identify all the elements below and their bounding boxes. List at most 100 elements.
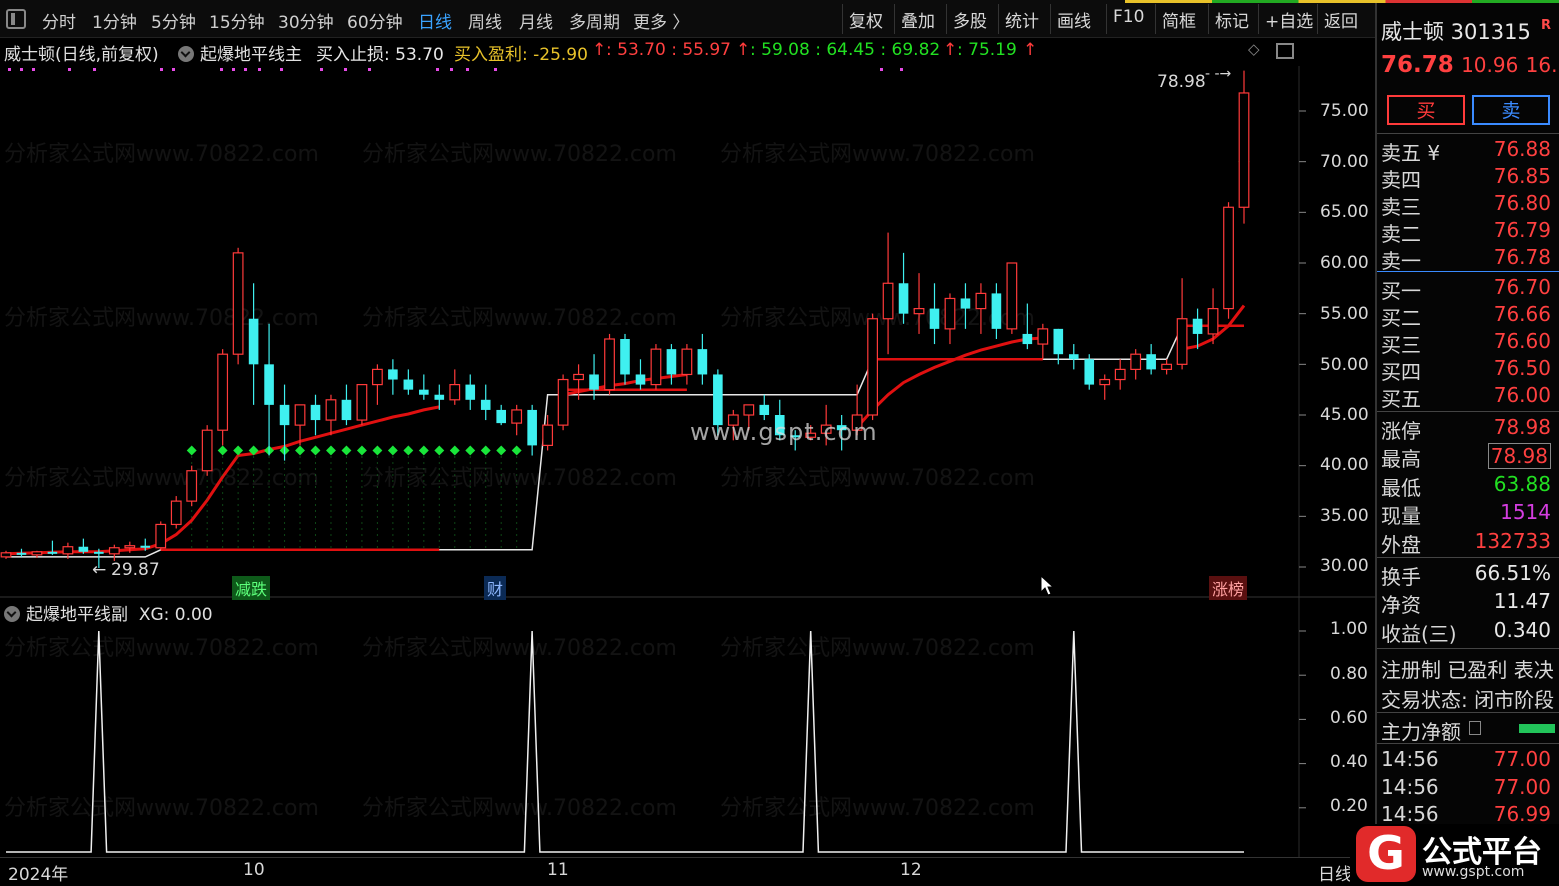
stat-value: 63.88	[1493, 472, 1551, 496]
indicator-name[interactable]: 起爆地平线主	[178, 40, 302, 65]
registration-flag: R	[1541, 18, 1552, 33]
center-watermark: www.gspt.com	[690, 418, 878, 446]
tag-finance[interactable]: 财	[484, 576, 507, 600]
layout-icon[interactable]	[1276, 43, 1294, 59]
bid-row[interactable]: 买五 76.00	[1377, 383, 1559, 411]
tag-reduce[interactable]: 减跌	[232, 576, 271, 600]
tab-daily[interactable]: 日线	[418, 8, 452, 33]
buy-button[interactable]: 买	[1387, 95, 1465, 125]
candle-body-up	[1223, 206, 1234, 310]
tab-monthly[interactable]: 月线	[519, 8, 553, 33]
candle	[264, 323, 274, 456]
multi-stock-button[interactable]: 多股	[946, 4, 993, 34]
sub-tick: 0.80	[1330, 664, 1368, 684]
candle-body-up	[372, 368, 383, 386]
ask-price: 76.79	[1493, 218, 1551, 242]
candle-body-down	[465, 384, 476, 400]
tab-weekly[interactable]: 周线	[468, 8, 502, 33]
chart-title: 威士顿(日线,前复权)	[4, 45, 159, 65]
date-tick: 12	[900, 860, 922, 880]
candle-body-up	[356, 384, 368, 421]
candle-body-down	[480, 399, 491, 410]
stat-row: 换手 66.51%	[1377, 561, 1559, 589]
up-arrow-icon: ↑	[943, 40, 958, 60]
overlay-button[interactable]: 叠加	[894, 4, 941, 34]
signal-diamond	[449, 445, 460, 456]
flow-bar	[1519, 724, 1555, 733]
candle-body-up	[1114, 368, 1126, 381]
restore-rights-button[interactable]: 复权	[842, 4, 889, 34]
tick-time: 14:56	[1381, 775, 1439, 799]
candle-body-down	[403, 379, 414, 390]
tab-more[interactable]: 更多 〉	[633, 8, 689, 33]
tab-60min[interactable]: 60分钟	[347, 8, 403, 33]
tag-rise-list[interactable]: 涨榜	[1209, 576, 1248, 600]
bid-price: 76.50	[1493, 356, 1551, 380]
candle	[511, 404, 523, 436]
tab-5min[interactable]: 5分钟	[151, 8, 196, 33]
tab-15min[interactable]: 15分钟	[209, 8, 265, 33]
divider	[1377, 557, 1559, 558]
candle	[759, 394, 770, 421]
candle	[310, 394, 321, 436]
stat-row: 净资 11.47	[1377, 589, 1559, 617]
sub-tick: 1.00	[1330, 619, 1368, 639]
low-annotation: 29.87	[111, 560, 160, 580]
main-flow-row[interactable]: 主力净额	[1377, 716, 1559, 744]
tab-1min[interactable]: 1分钟	[92, 8, 137, 33]
back-button[interactable]: 返回	[1317, 4, 1364, 34]
f10-button[interactable]: F10	[1106, 4, 1150, 34]
candle-body-up	[604, 338, 615, 391]
period-toolbar: 分时 1分钟 5分钟 15分钟 30分钟 60分钟 日线 周线 月线 多周期 更…	[0, 0, 1375, 38]
tab-30min[interactable]: 30分钟	[278, 8, 334, 33]
bid-row[interactable]: 买一 76.70	[1377, 275, 1559, 303]
tab-fenshi[interactable]: 分时	[42, 8, 76, 33]
ask-row[interactable]: 卖四 76.85	[1377, 164, 1559, 192]
candle	[913, 273, 925, 334]
candle-body-down	[635, 374, 646, 385]
status-row: 交易状态: 闭市阶段	[1377, 684, 1559, 711]
sell-button[interactable]: 卖	[1472, 95, 1550, 125]
mark-button[interactable]: 标记	[1208, 4, 1255, 34]
tab-multi-period[interactable]: 多周期	[569, 8, 620, 33]
list-icon[interactable]	[1469, 721, 1481, 735]
ask-row[interactable]: 卖二 76.79	[1377, 218, 1559, 246]
ask-price: 76.78	[1493, 245, 1551, 269]
up-arrow-icon: ↑	[1023, 40, 1038, 60]
simple-frame-button[interactable]: 简框	[1155, 4, 1202, 34]
marker-dot	[93, 68, 96, 71]
candle-body-up	[0, 552, 12, 558]
candle-body-up	[62, 546, 74, 555]
ask-row[interactable]: 卖三 76.80	[1377, 191, 1559, 219]
candle-body-down	[264, 364, 274, 405]
marker-dot	[232, 68, 235, 71]
stat-row: 最低 63.88	[1377, 472, 1559, 500]
add-watchlist-button[interactable]: +自选	[1258, 4, 1319, 34]
candle-body-up	[294, 404, 306, 426]
draw-line-button[interactable]: 画线	[1050, 4, 1097, 34]
price-chart[interactable]	[0, 66, 1375, 598]
marker-dot	[32, 68, 35, 71]
candle	[449, 369, 461, 405]
bid-row[interactable]: 买四 76.50	[1377, 356, 1559, 384]
statistics-button[interactable]: 统计	[998, 4, 1045, 34]
sub-indicator-chart[interactable]	[0, 598, 1375, 857]
last-price: 76.78	[1381, 52, 1454, 78]
panel-toggle-icon[interactable]	[6, 9, 26, 29]
bid-row[interactable]: 买二 76.66	[1377, 302, 1559, 330]
candle	[589, 354, 599, 400]
marker-dot	[220, 68, 223, 71]
stat-value: 11.47	[1493, 589, 1551, 613]
stat-value: 132733	[1474, 529, 1551, 553]
candle	[1099, 374, 1111, 400]
indicator-settings-icon[interactable]	[178, 46, 194, 62]
ask-row[interactable]: 卖一 76.78	[1377, 245, 1559, 273]
period-label[interactable]: 日线	[1318, 860, 1352, 885]
candle	[991, 283, 1002, 339]
candle-body-up	[108, 547, 120, 555]
candle	[496, 404, 506, 426]
ask-row[interactable]: 卖五 ¥ 76.88	[1377, 137, 1559, 165]
diamond-icon[interactable]: ◇	[1248, 40, 1260, 58]
bid-row[interactable]: 买三 76.60	[1377, 329, 1559, 357]
candle-body-up	[170, 500, 182, 526]
